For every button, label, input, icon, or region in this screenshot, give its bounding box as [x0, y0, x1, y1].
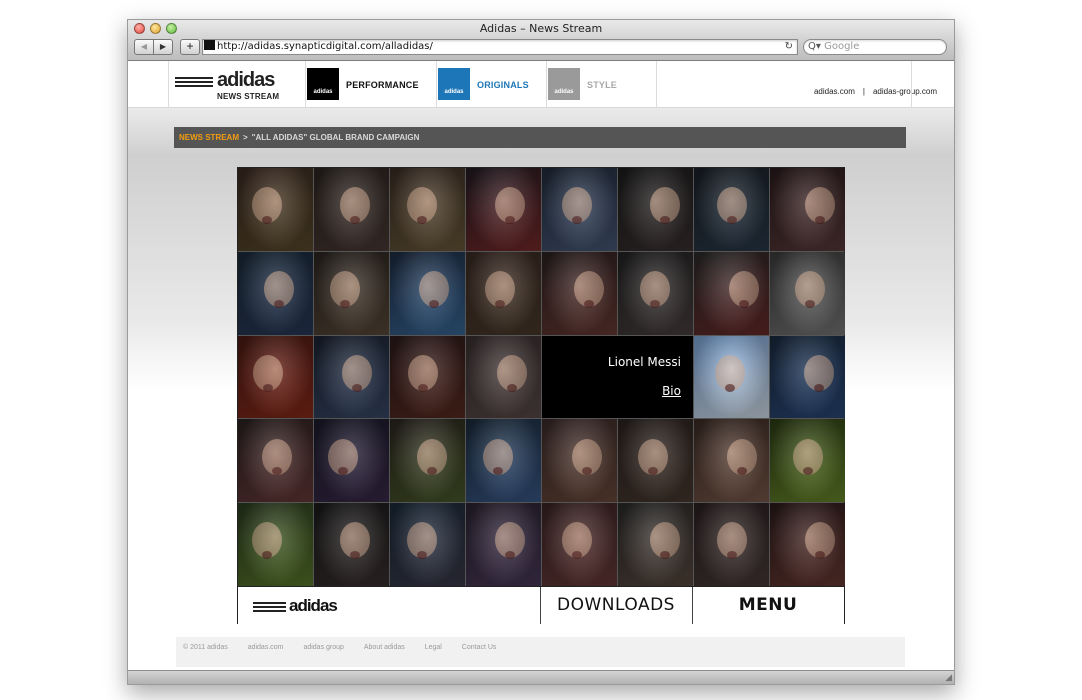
photo-tile[interactable]	[390, 503, 465, 586]
photo-tile[interactable]	[238, 251, 313, 335]
link-separator: |	[862, 87, 865, 96]
adidas-stripes-icon	[175, 77, 213, 89]
performance-logo-icon: adidas	[307, 68, 339, 100]
footer-link-about[interactable]: About adidas	[364, 644, 405, 651]
photo-tile[interactable]	[314, 419, 389, 503]
photo-tile[interactable]	[238, 335, 313, 419]
photo-tile[interactable]	[390, 419, 465, 503]
photo-tile[interactable]	[770, 168, 845, 251]
photo-tile[interactable]	[542, 168, 617, 251]
page-footer: © 2011 adidas adidas.com adidas group Ab…	[176, 637, 905, 667]
downloads-button[interactable]: DOWNLOADS	[540, 587, 692, 624]
footer-link-adidas-com[interactable]: adidas.com	[248, 644, 284, 651]
photo-tile[interactable]	[466, 335, 541, 419]
photo-tile[interactable]	[694, 419, 769, 503]
breadcrumb-campaign: "ALL ADIDAS" GLOBAL BRAND CAMPAIGN	[251, 133, 420, 142]
photo-tile[interactable]	[466, 168, 541, 251]
wall-footer-wordmark: adidas	[289, 596, 338, 615]
photo-tile[interactable]	[238, 168, 313, 251]
photo-tile[interactable]	[694, 251, 769, 335]
footer-link-legal[interactable]: Legal	[425, 644, 442, 651]
photo-tile[interactable]	[770, 251, 845, 335]
photo-tile[interactable]	[390, 335, 465, 419]
tab-style-label: STYLE	[587, 80, 618, 90]
photo-tile[interactable]	[466, 419, 541, 503]
photo-tile[interactable]	[694, 503, 769, 586]
photo-tile[interactable]	[542, 251, 617, 335]
logo-wordmark: adidas	[217, 69, 275, 91]
trefoil-logo-icon: adidas	[438, 68, 470, 100]
resize-grip-icon[interactable]: ◢	[945, 672, 952, 683]
photo-tile[interactable]	[618, 168, 693, 251]
logo-subtitle: NEWS STREAM	[217, 92, 280, 101]
search-placeholder: Google	[824, 41, 860, 52]
reload-icon[interactable]: ↻	[785, 40, 793, 54]
photo-tile[interactable]	[314, 168, 389, 251]
tab-performance-label: PERFORMANCE	[346, 80, 419, 90]
address-url: http://adidas.synapticdigital.com/alladi…	[217, 41, 433, 52]
back-button[interactable]: ◀	[134, 39, 154, 55]
forward-button[interactable]: ▶	[154, 39, 173, 55]
header-divider	[656, 61, 657, 107]
photo-tile[interactable]	[314, 335, 389, 419]
search-field[interactable]: Q▾ Google	[803, 39, 947, 55]
photo-tile[interactable]	[238, 419, 313, 503]
photo-tile[interactable]	[770, 335, 845, 419]
photo-tile[interactable]	[694, 335, 769, 419]
photo-tile[interactable]	[618, 503, 693, 586]
history-buttons: ◀ ▶	[134, 39, 173, 55]
header-links: adidas.com | adidas-group.com	[814, 87, 937, 96]
news-stream-logo[interactable]: adidas NEWS STREAM	[168, 61, 306, 107]
site-favicon-icon	[204, 40, 215, 50]
photo-tile[interactable]	[618, 419, 693, 503]
photo-tile[interactable]	[542, 419, 617, 503]
tab-style[interactable]: adidas STYLE	[546, 61, 657, 107]
menu-button[interactable]: MENU	[692, 587, 844, 624]
tab-originals-label: ORIGINALS	[477, 80, 529, 90]
photo-tile[interactable]	[466, 503, 541, 586]
adidas-group-link[interactable]: adidas-group.com	[873, 87, 937, 96]
title-bar: Adidas – News Stream ◀ ▶ + http://adidas…	[128, 20, 954, 61]
breadcrumb: NEWS STREAM > "ALL ADIDAS" GLOBAL BRAND CA…	[174, 127, 906, 148]
status-bar: ◢	[128, 670, 954, 684]
wall-footer: adidas DOWNLOADS MENU	[238, 586, 844, 624]
page-viewport: adidas NEWS STREAM adidas PERFORMANCE ad…	[128, 61, 954, 670]
copyright-text: © 2011 adidas	[183, 644, 228, 651]
photo-grid: Lionel Messi Bio	[238, 168, 845, 586]
feature-name: Lionel Messi	[607, 354, 681, 369]
photo-tile[interactable]	[770, 503, 845, 586]
photo-wall: Lionel Messi Bio adidas DOWNLOADS MENU	[237, 167, 845, 624]
photo-tile[interactable]	[238, 503, 313, 586]
breadcrumb-separator: >	[243, 133, 248, 142]
photo-tile[interactable]	[466, 251, 541, 335]
adidas-com-link[interactable]: adidas.com	[814, 87, 855, 96]
adidas-stripes-icon	[253, 602, 286, 614]
window-title: Adidas – News Stream	[479, 22, 603, 35]
tab-performance[interactable]: adidas PERFORMANCE	[305, 61, 436, 107]
photo-tile[interactable]	[770, 419, 845, 503]
footer-link-adidas-group[interactable]: adidas group	[303, 644, 343, 651]
address-bar[interactable]: http://adidas.synapticdigital.com/alladi…	[202, 39, 798, 55]
style-logo-icon: adidas	[548, 68, 580, 100]
breadcrumb-news-stream[interactable]: NEWS STREAM	[179, 133, 239, 142]
photo-tile[interactable]	[314, 251, 389, 335]
photo-tile[interactable]	[618, 251, 693, 335]
bio-link[interactable]: Bio	[662, 384, 681, 398]
photo-tile[interactable]	[694, 168, 769, 251]
header-divider-right	[911, 61, 912, 107]
photo-tile[interactable]	[390, 168, 465, 251]
search-icon: Q▾	[808, 41, 821, 52]
photo-tile[interactable]	[314, 503, 389, 586]
photo-tile[interactable]	[542, 503, 617, 586]
photo-tile[interactable]	[390, 251, 465, 335]
footer-link-contact[interactable]: Contact Us	[462, 644, 497, 651]
site-header: adidas NEWS STREAM adidas PERFORMANCE ad…	[128, 61, 954, 108]
feature-panel: Lionel Messi Bio	[542, 335, 693, 419]
add-bookmark-button[interactable]: +	[180, 39, 200, 55]
browser-window: Adidas – News Stream ◀ ▶ + http://adidas…	[127, 19, 955, 685]
